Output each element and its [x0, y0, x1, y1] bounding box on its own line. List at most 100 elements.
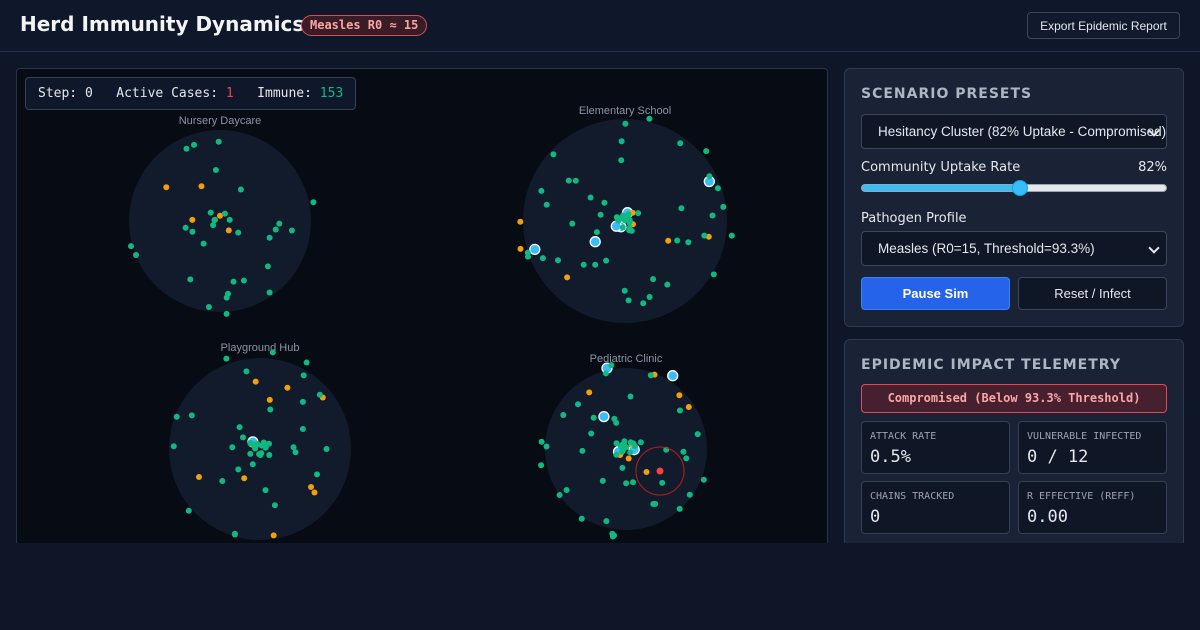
- agent-immune: [310, 199, 317, 206]
- agent-immune: [622, 120, 629, 127]
- agent-immune: [524, 249, 531, 256]
- agent-immune: [647, 372, 654, 379]
- uptake-slider-fill: [862, 185, 1022, 191]
- agent-susceptible: [225, 227, 232, 234]
- agent-immune: [603, 257, 610, 264]
- agent-immune: [618, 138, 625, 145]
- agent-immune: [709, 212, 716, 219]
- agent-immune: [613, 451, 620, 458]
- agent-immune: [133, 252, 139, 258]
- pathogen-select[interactable]: Measles (R0=15, Threshold=93.3%): [861, 231, 1167, 266]
- simulation-svg: Nursery Daycare Elementary School Playgrou…: [128, 105, 735, 540]
- r-effective-metric: R EFFECTIVE (REFF) 0.00: [1018, 481, 1167, 534]
- agent-immune: [250, 441, 257, 448]
- agent-immune: [640, 300, 647, 307]
- agent-immune: [646, 294, 653, 300]
- agent-immune: [685, 239, 692, 246]
- agent-immune: [627, 393, 634, 400]
- agent-immune: [210, 222, 217, 229]
- reset-infect-button[interactable]: Reset / Infect: [1018, 277, 1167, 310]
- agent-immune: [170, 443, 177, 450]
- agent-immune: [538, 438, 545, 445]
- agent-immune: [714, 185, 721, 192]
- agent-immune: [538, 462, 545, 469]
- agent-susceptible: [665, 237, 672, 244]
- agent-immune: [247, 450, 254, 457]
- pause-sim-button[interactable]: Pause Sim: [861, 277, 1010, 310]
- agent-immune: [240, 277, 247, 284]
- agent-immune: [676, 407, 683, 414]
- agent-immune: [563, 487, 570, 493]
- agent-immune: [538, 187, 545, 194]
- agent-immune: [578, 515, 585, 522]
- agent-immune: [200, 240, 207, 247]
- agent-immune: [288, 227, 295, 234]
- threshold-status-banner: Compromised (Below 93.3% Threshold): [861, 384, 1167, 413]
- telemetry-title: EPIDEMIC IMPACT TELEMETRY: [861, 357, 1121, 373]
- agent-immune: [187, 276, 194, 283]
- agent-immune: [588, 430, 595, 437]
- zone-label: Nursery Daycare: [179, 115, 262, 127]
- agent-immune: [191, 141, 197, 148]
- agent-susceptible: [189, 216, 196, 223]
- agent-immune: [267, 406, 274, 413]
- agent-immune: [608, 362, 615, 369]
- agent-immune: [266, 452, 273, 458]
- uptake-slider[interactable]: [861, 179, 1167, 197]
- agent-immune: [189, 228, 196, 235]
- agent-immune: [728, 232, 735, 239]
- agent-vulnerable: [589, 236, 601, 248]
- immune-value: 153: [319, 86, 344, 101]
- agent-immune: [258, 450, 265, 457]
- simulation-canvas[interactable]: Nursery Daycare Elementary School Playgrou…: [16, 68, 828, 548]
- agent-immune: [240, 434, 246, 441]
- agent-immune: [290, 444, 297, 451]
- agent-immune: [579, 447, 586, 454]
- agent-immune: [683, 455, 690, 462]
- agent-immune: [543, 201, 550, 208]
- agent-immune: [637, 439, 644, 446]
- agent-vulnerable: [529, 243, 541, 256]
- agent-immune: [173, 413, 180, 420]
- agent-immune: [710, 271, 717, 278]
- active-cases-value: 1: [225, 86, 234, 101]
- export-report-button[interactable]: Export Epidemic Report: [1027, 12, 1180, 39]
- agent-susceptible: [517, 218, 524, 225]
- agent-immune: [237, 186, 244, 193]
- agent-susceptible: [517, 245, 524, 252]
- agent-immune: [628, 227, 635, 234]
- agent-immune: [231, 531, 238, 538]
- agent-immune: [703, 148, 710, 155]
- agent-immune: [212, 167, 219, 173]
- agent-immune: [618, 448, 625, 455]
- agent-immune: [618, 157, 625, 164]
- agent-immune: [614, 214, 621, 221]
- agent-immune: [276, 220, 283, 227]
- scenario-presets-title: SCENARIO PRESETS: [861, 86, 1033, 102]
- agent-immune: [625, 297, 632, 304]
- agent-infected: [656, 467, 664, 475]
- metric-value: 0: [870, 507, 881, 527]
- agent-immune: [611, 415, 618, 422]
- agent-immune: [590, 414, 597, 421]
- agent-immune: [183, 145, 190, 152]
- agent-immune: [621, 287, 628, 294]
- scenario-select[interactable]: Hesitancy Cluster (82% Uptake - Compromi…: [861, 114, 1167, 149]
- agent-immune: [303, 359, 310, 366]
- agent-immune: [593, 229, 600, 236]
- agent-immune: [674, 237, 681, 244]
- agent-immune: [627, 449, 634, 456]
- agent-immune: [664, 281, 671, 288]
- agent-immune: [207, 209, 214, 216]
- scenario-presets-card: SCENARIO PRESETS Hesitancy Cluster (82% …: [844, 68, 1184, 327]
- agent-immune: [602, 370, 609, 377]
- agent-immune: [650, 276, 657, 283]
- agent-immune: [550, 151, 557, 158]
- agent-immune: [676, 505, 683, 512]
- agent-immune: [556, 492, 563, 498]
- uptake-slider-thumb[interactable]: [1012, 180, 1029, 196]
- agent-immune: [223, 355, 230, 362]
- agent-susceptible: [252, 378, 259, 385]
- agent-immune: [630, 479, 636, 486]
- agent-susceptible: [266, 396, 273, 403]
